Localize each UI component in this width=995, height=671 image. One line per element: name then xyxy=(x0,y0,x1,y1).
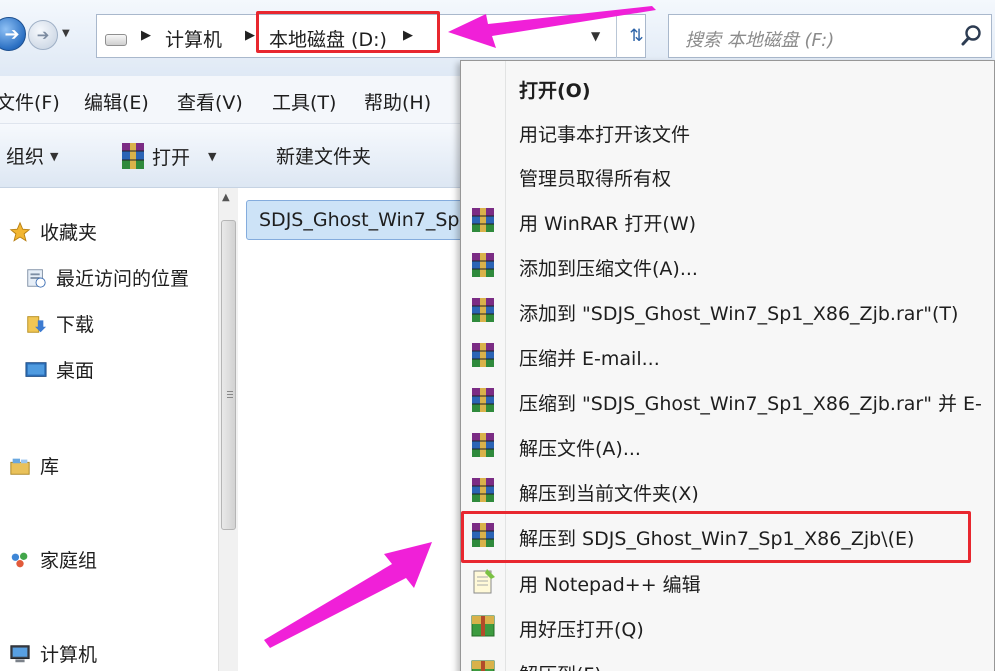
recent-pages-dropdown[interactable]: ▼ xyxy=(62,28,70,39)
nav-libraries[interactable]: 库 xyxy=(8,452,59,479)
context-menu-label: 压缩并 E-mail... xyxy=(519,348,660,370)
context-menu-label: 用记事本打开该文件 xyxy=(519,124,691,146)
breadcrumb-separator-icon[interactable]: ▶ xyxy=(141,28,151,43)
context-menu-label: 解压文件(A)... xyxy=(519,438,641,460)
new-folder-button[interactable]: 新建文件夹 xyxy=(276,142,371,169)
nav-libraries-label: 库 xyxy=(40,456,60,478)
back-arrow-icon: ➔ xyxy=(4,23,20,45)
organize-button[interactable]: 组织 ▼ xyxy=(6,142,58,169)
open-button[interactable]: 打开 ▼ xyxy=(120,142,216,170)
winrar-icon xyxy=(469,341,497,369)
nav-downloads-label: 下载 xyxy=(56,314,95,336)
nav-desktop[interactable]: 桌面 xyxy=(24,356,94,383)
nav-favorites[interactable]: 收藏夹 xyxy=(8,218,97,245)
context-menu-item[interactable]: 用 Notepad++ 编辑 xyxy=(461,559,994,603)
nav-favorites-label: 收藏夹 xyxy=(40,222,98,244)
haozip-icon xyxy=(469,657,497,671)
context-menu: 打开(O) 用记事本打开该文件 管理员取得所有权用 WinRAR 打开(W) 添加到压… xyxy=(460,60,995,671)
context-menu-item[interactable]: 打开(O) xyxy=(461,65,994,109)
computer-icon xyxy=(10,644,30,662)
breadcrumb-highlight-box xyxy=(256,11,440,53)
context-menu-item[interactable]: 添加到 "SDJS_Ghost_Win7_Sp1_X86_Zjb.rar"(T) xyxy=(461,288,994,332)
context-menu-label: 添加到 "SDJS_Ghost_Win7_Sp1_X86_Zjb.rar"(T) xyxy=(519,303,959,325)
winrar-icon xyxy=(469,296,497,324)
chevron-down-icon: ▼ xyxy=(208,149,217,163)
forward-button[interactable]: ➔ xyxy=(28,20,58,50)
menu-item-highlight-box xyxy=(461,511,971,563)
nav-downloads[interactable]: 下载 xyxy=(24,310,94,337)
address-dropdown-icon[interactable]: ▼ xyxy=(591,29,600,43)
winrar-icon xyxy=(469,431,497,459)
context-menu-item[interactable]: 压缩并 E-mail... xyxy=(461,333,994,377)
refresh-icon: ⇅ xyxy=(629,26,644,46)
grip-icon xyxy=(227,391,233,392)
context-menu-label: 解压到(F) xyxy=(519,660,602,671)
context-menu-item[interactable]: 用好压打开(Q) xyxy=(461,604,994,648)
navigation-pane: 收藏夹 最近访问的位置 下载 桌面 库 家庭组 计算机 xyxy=(0,188,218,671)
search-icon[interactable] xyxy=(959,23,985,49)
breadcrumb-computer[interactable]: 计算机 xyxy=(165,25,222,52)
search-input[interactable]: 搜索 本地磁盘 (F:) xyxy=(668,14,992,58)
context-menu-item[interactable]: 解压到当前文件夹(X) xyxy=(461,468,994,512)
file-list-pane: SDJS_Ghost_Win7_Sp1_X86_Zjb.rar xyxy=(238,188,486,671)
winrar-icon xyxy=(469,206,497,234)
nav-recent-label: 最近访问的位置 xyxy=(56,268,190,290)
file-item[interactable]: SDJS_Ghost_Win7_Sp1_X86_Zjb.rar xyxy=(246,200,486,240)
haozip-icon xyxy=(469,612,497,640)
breadcrumb-separator-icon[interactable]: ▶ xyxy=(245,28,255,43)
open-label: 打开 xyxy=(152,146,191,169)
nav-computer[interactable]: 计算机 xyxy=(8,640,97,667)
context-menu-label: 用好压打开(Q) xyxy=(519,619,644,641)
refresh-button[interactable]: ⇅ xyxy=(616,14,656,58)
context-menu-item[interactable]: 压缩到 "SDJS_Ghost_Win7_Sp1_X86_Zjb.rar" 并 … xyxy=(461,378,994,422)
menu-edit[interactable]: 编辑(E) xyxy=(84,88,149,115)
nav-homegroup[interactable]: 家庭组 xyxy=(8,546,97,573)
winrar-icon xyxy=(469,251,497,279)
context-menu-label: 管理员取得所有权 xyxy=(519,168,672,190)
file-name: SDJS_Ghost_Win7_Sp1_X86_Zjb.rar xyxy=(259,209,485,231)
menu-tools[interactable]: 工具(T) xyxy=(272,88,336,115)
search-placeholder: 搜索 本地磁盘 (F:) xyxy=(685,30,835,51)
notepad-plus-icon xyxy=(469,567,497,595)
menu-view[interactable]: 查看(V) xyxy=(177,88,243,115)
nav-computer-label: 计算机 xyxy=(40,644,98,666)
menu-help[interactable]: 帮助(H) xyxy=(364,88,431,115)
drive-icon xyxy=(105,34,127,46)
organize-label: 组织 xyxy=(6,146,45,168)
context-menu-item[interactable]: 用记事本打开该文件 xyxy=(461,109,994,153)
context-menu-label: 压缩到 "SDJS_Ghost_Win7_Sp1_X86_Zjb.rar" 并 … xyxy=(519,393,982,415)
scroll-thumb[interactable] xyxy=(221,220,236,530)
forward-arrow-icon: ➔ xyxy=(36,26,50,44)
desktop-icon xyxy=(25,361,47,377)
winrar-icon xyxy=(122,143,144,169)
nav-recent-places[interactable]: 最近访问的位置 xyxy=(24,264,189,291)
context-menu-item[interactable]: 解压文件(A)... xyxy=(461,423,994,467)
context-menu-label: 用 Notepad++ 编辑 xyxy=(519,574,701,596)
nav-desktop-label: 桌面 xyxy=(56,360,95,382)
context-menu-label: 添加到压缩文件(A)... xyxy=(519,258,698,280)
downloads-folder-icon xyxy=(27,315,47,333)
star-icon xyxy=(9,221,31,242)
chevron-down-icon: ▼ xyxy=(50,150,59,163)
nav-scrollbar[interactable]: ▲ xyxy=(218,188,238,671)
nav-homegroup-label: 家庭组 xyxy=(40,550,98,572)
back-button[interactable]: ➔ xyxy=(0,17,26,51)
recent-places-icon xyxy=(27,268,46,288)
winrar-icon xyxy=(469,476,497,504)
context-menu-item[interactable]: 添加到压缩文件(A)... xyxy=(461,243,994,287)
homegroup-icon xyxy=(11,552,28,567)
scroll-up-icon[interactable]: ▲ xyxy=(222,192,230,203)
menu-file[interactable]: 文件(F) xyxy=(0,88,60,115)
library-icon xyxy=(10,458,30,475)
context-menu-item[interactable]: 用 WinRAR 打开(W) xyxy=(461,198,994,242)
winrar-icon xyxy=(469,386,497,414)
context-menu-label: 解压到当前文件夹(X) xyxy=(519,483,699,505)
context-menu-label: 打开(O) xyxy=(519,80,591,102)
context-menu-item[interactable]: 解压到(F) xyxy=(461,649,994,671)
context-menu-item[interactable]: 管理员取得所有权 xyxy=(461,153,994,197)
context-menu-label: 用 WinRAR 打开(W) xyxy=(519,213,697,235)
